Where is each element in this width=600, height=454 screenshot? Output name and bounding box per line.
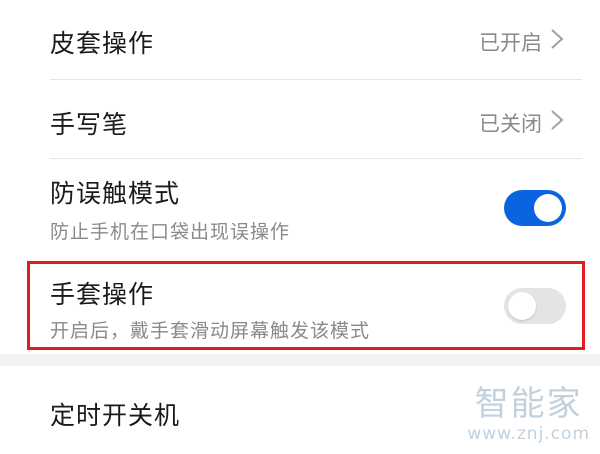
setting-row-stylus[interactable]: 手写笔 已关闭 (0, 80, 600, 160)
setting-status: 已关闭 (479, 112, 542, 136)
setting-row-accidental-touch: 防误触模式 防止手机在口袋出现误操作 (0, 159, 600, 259)
toggle-knob (534, 194, 562, 222)
watermark-logo: 智能家 www.znj.com (467, 384, 590, 444)
setting-row-cover[interactable]: 皮套操作 已开启 (0, 0, 600, 80)
accidental-touch-toggle[interactable] (504, 190, 566, 226)
watermark-url: www.znj.com (467, 424, 590, 444)
setting-title: 手写笔 (50, 110, 129, 139)
section-gap (0, 354, 600, 366)
watermark-brand: 智能家 (474, 384, 583, 424)
setting-title: 皮套操作 (50, 29, 155, 58)
setting-description: 防止手机在口袋出现误操作 (50, 221, 291, 243)
chevron-right-icon (551, 29, 564, 49)
highlight-frame (27, 261, 585, 350)
setting-status: 已开启 (479, 31, 542, 55)
chevron-right-icon (551, 110, 564, 130)
setting-title: 防误触模式 (50, 179, 181, 208)
settings-screen: 皮套操作 已开启 手写笔 已关闭 防误触模式 防止手机在口袋出现误操作 手套操作… (0, 0, 600, 454)
setting-title: 定时开关机 (50, 401, 181, 430)
